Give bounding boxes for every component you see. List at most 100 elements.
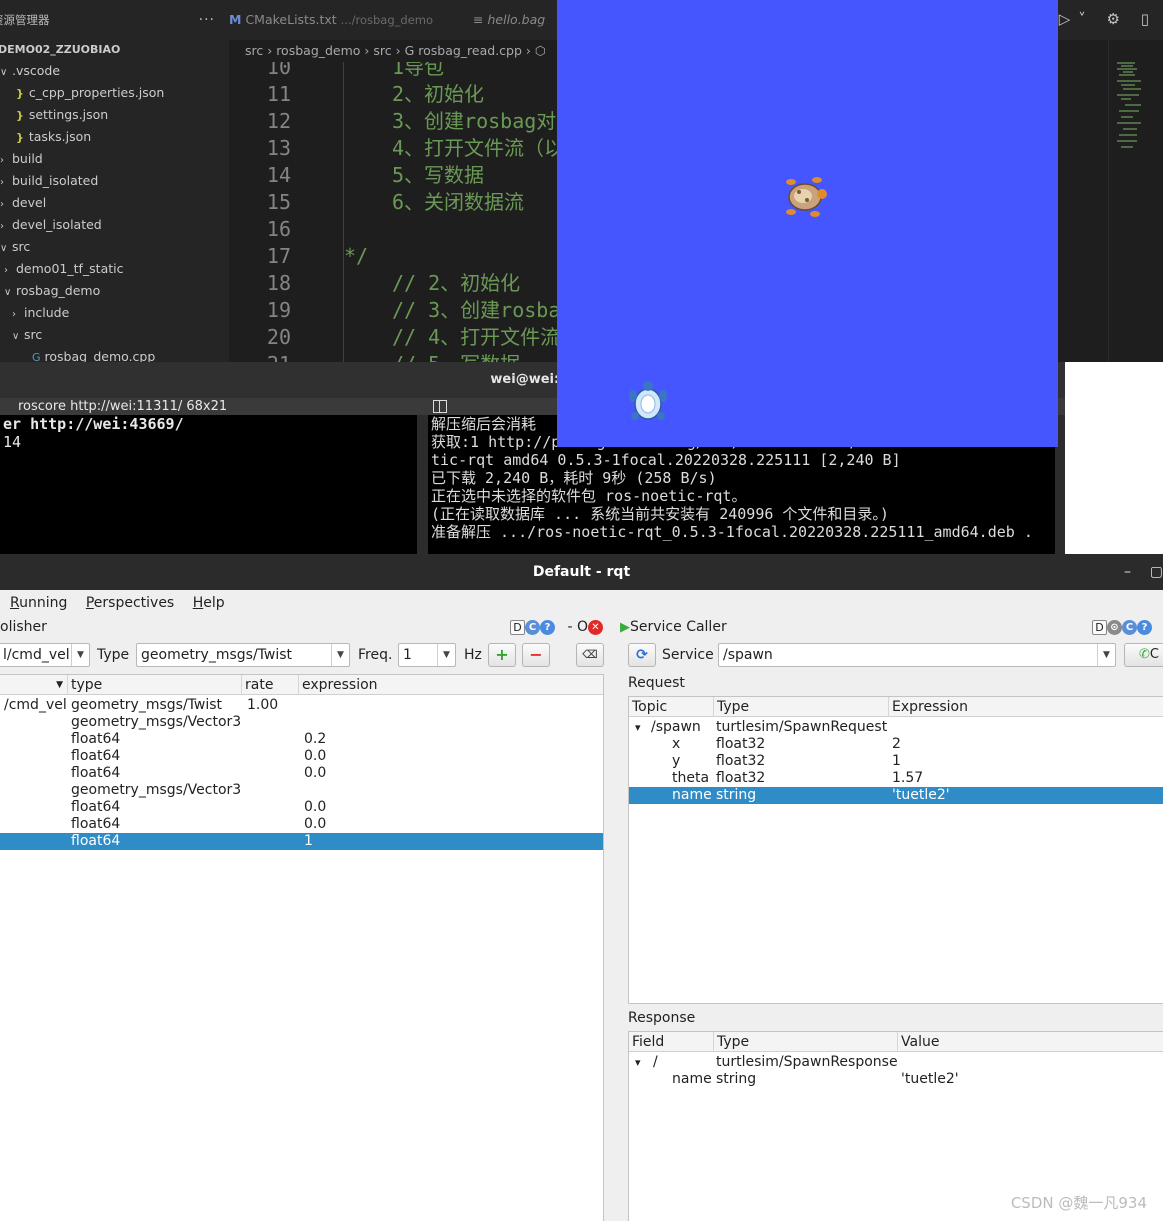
tree-item[interactable]: Grosbag_demo.cpp [0,346,229,362]
table-row[interactable]: ▾ / turtlesim/SpawnResponse [629,1054,1163,1071]
reload-icon[interactable]: C [525,619,540,635]
tree-item[interactable]: › devel [0,192,229,214]
table-row[interactable]: float64 1 [0,833,603,850]
column-value[interactable]: Value [898,1032,1163,1052]
tree-item[interactable]: › build_isolated [0,170,229,192]
table-row[interactable]: float64 0.2 [0,731,603,748]
help-icon[interactable]: ? [1137,619,1152,635]
cell-expression[interactable]: 0.0 [304,748,326,765]
terminal-pane-left[interactable]: er http://wei:43669/14 [0,415,417,554]
maximize-icon[interactable]: ▢ [1150,554,1163,590]
remove-publisher-button[interactable]: − [522,643,550,667]
clear-button[interactable]: ⌫ [576,643,604,667]
service-caller-title-area: ▶Service Caller [620,615,727,639]
column-expression[interactable]: expression [299,675,603,695]
minimap[interactable] [1108,40,1163,362]
cell-type: geometry_msgs/Vector3 [71,782,242,798]
add-publisher-button[interactable]: + [488,643,516,667]
tree-item[interactable]: } c_cpp_properties.json [0,82,229,104]
column-type[interactable]: type [68,675,242,695]
table-row[interactable]: /cmd_vel geometry_msgs/Twist 1.00 [0,697,603,714]
table-row[interactable]: y float32 1 [629,753,1163,770]
minimize-icon[interactable]: – [1124,554,1131,590]
table-row[interactable]: float64 0.0 [0,765,603,782]
panel-splitter[interactable] [604,615,628,1221]
topic-combo[interactable]: l/cmd_vel ▼ [0,643,90,667]
tree-item[interactable]: › build [0,148,229,170]
dock-icon[interactable]: D [1092,619,1107,635]
table-row[interactable]: name string 'tuetle2' [629,1071,1163,1088]
type-combo[interactable]: geometry_msgs/Twist ▼ [136,643,350,667]
cell-expression[interactable]: 0.0 [304,765,326,782]
explorer-header: 资源管理器 ··· [0,0,229,40]
menu-help[interactable]: Help [193,595,225,611]
cell-expression[interactable]: 1 [304,833,313,850]
request-label: Request [628,675,685,691]
table-row[interactable]: geometry_msgs/Vector3 [0,782,603,799]
more-actions-icon[interactable]: ··· [199,12,215,28]
split-view-icon[interactable] [433,400,447,413]
terminal-line: (正在读取数据库 ... 系统当前共安装有 240996 个文件和目录。) [431,505,889,523]
table-row[interactable]: x float32 2 [629,736,1163,753]
table-row[interactable]: float64 0.0 [0,816,603,833]
line-number: 21 [229,351,291,362]
tree-item[interactable]: ∨ src [0,236,229,258]
cell-expression[interactable]: 2 [892,736,901,753]
minimap-line [1117,80,1141,82]
explorer-panel: 资源管理器 ··· DEMO02_ZZUOBIAO ∨ .vscode} c_cpp… [0,0,229,362]
minimap-line [1121,146,1133,148]
terminal-line: 已下载 2,240 B，耗时 9秒 (258 B/s) [431,469,717,487]
cell-expression[interactable]: 1.57 [892,770,923,787]
menu-running[interactable]: Running [10,595,67,611]
cell-expression[interactable]: 1 [892,753,901,770]
bag-file-icon: ≡ [473,12,484,27]
column-topic[interactable]: Topic [629,697,714,717]
settings-icon[interactable]: ⊙ [1107,619,1122,635]
column-expression[interactable]: Expression [889,697,1163,717]
dock-icon[interactable]: D [510,619,525,635]
call-button[interactable]: ✆C [1124,643,1163,667]
table-row[interactable]: geometry_msgs/Vector3 [0,714,603,731]
menu-perspectives[interactable]: Perspectives [86,595,174,611]
table-row[interactable]: name string 'tuetle2' [629,787,1163,804]
code-line: 18 // 2、初始化 [229,270,520,297]
service-combo[interactable]: /spawn ▼ [718,643,1116,667]
publisher-table[interactable]: ▼ type rate expression /cmd_vel geometry_… [0,674,604,1221]
cell-expression[interactable]: 0.2 [304,731,326,748]
tree-item[interactable]: › devel_isolated [0,214,229,236]
freq-combo[interactable]: 1 ▼ [398,643,456,667]
editor-actions[interactable]: ▷˅ ⚙ ▯ [1059,10,1157,28]
request-table[interactable]: Topic Type Expression ▾ /spawn turtlesim/S… [628,696,1163,1004]
tree-item[interactable]: ∨ src [0,324,229,346]
cell-expression[interactable]: 'tuetle2' [892,787,950,804]
help-icon[interactable]: ? [540,619,555,635]
reload-icon[interactable]: C [1122,619,1137,635]
tree-item-label: rosbag_demo.cpp [44,349,156,362]
tab-cmakelists[interactable]: M CMakeLists.txt .../rosbag_demo [229,0,455,40]
tree-item[interactable]: › include [0,302,229,324]
table-row[interactable]: float64 0.0 [0,799,603,816]
tree-item[interactable]: ∨ .vscode [0,60,229,82]
tree-item[interactable]: } tasks.json [0,126,229,148]
line-number: 18 [266,271,291,295]
tree-item[interactable]: ∨ rosbag_demo [0,280,229,302]
expand-arrow-icon[interactable]: ▾ [635,1054,641,1071]
tree-item[interactable]: › demo01_tf_static [0,258,229,280]
column-type[interactable]: Type [714,1032,898,1052]
table-row[interactable]: float64 0.0 [0,748,603,765]
column-field[interactable]: Field [629,1032,714,1052]
column-type[interactable]: Type [714,697,889,717]
workspace-root[interactable]: DEMO02_ZZUOBIAO [0,40,229,60]
tree-item[interactable]: } settings.json [0,104,229,126]
column-rate[interactable]: rate [242,675,299,695]
table-row[interactable]: ▾ /spawn turtlesim/SpawnRequest [629,719,1163,736]
table-row[interactable]: theta float32 1.57 [629,770,1163,787]
tab-hello-bag[interactable]: ≡ hello.bag [473,0,561,40]
cell-expression[interactable]: 0.0 [304,816,326,833]
refresh-services-button[interactable]: ⟳ [628,643,656,667]
sort-icon[interactable]: ▼ [0,675,68,695]
terminal-tab-roscore[interactable]: roscore http://wei:11311/ 68x21 [18,398,227,415]
cell-expression[interactable]: 0.0 [304,799,326,816]
expand-arrow-icon[interactable]: ▾ [635,719,641,736]
close-plugin-icon[interactable]: ✕ [587,619,603,635]
